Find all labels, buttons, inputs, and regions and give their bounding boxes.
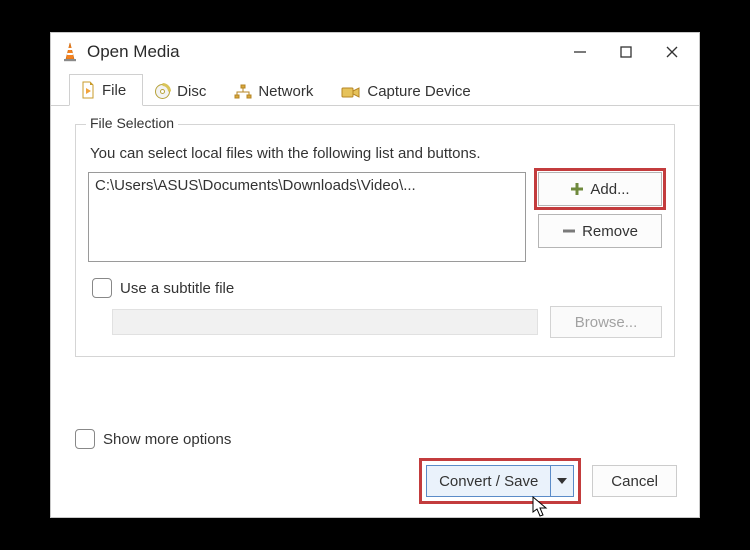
- plus-icon: [570, 182, 584, 196]
- browse-button: Browse...: [550, 306, 662, 338]
- source-tabs: File Disc: [51, 71, 699, 106]
- remove-button-label: Remove: [582, 223, 638, 240]
- tab-network-label: Network: [258, 83, 313, 100]
- convert-save-button[interactable]: Convert / Save: [426, 465, 574, 497]
- tab-capture[interactable]: Capture Device: [330, 76, 487, 106]
- subtitle-path-field: [112, 309, 538, 335]
- add-button[interactable]: Add...: [538, 172, 662, 206]
- maximize-button[interactable]: [603, 36, 649, 68]
- dialog-footer: Convert / Save Cancel: [51, 453, 699, 517]
- convert-save-label: Convert / Save: [439, 473, 538, 490]
- cancel-button[interactable]: Cancel: [592, 465, 677, 497]
- titlebar: Open Media: [51, 33, 699, 71]
- file-icon: [80, 81, 96, 99]
- close-button[interactable]: [649, 36, 695, 68]
- capture-device-icon: [341, 85, 361, 99]
- tab-capture-label: Capture Device: [367, 83, 470, 100]
- minus-icon: [562, 224, 576, 238]
- file-selection-group: File Selection You can select local file…: [75, 124, 675, 357]
- use-subtitle-label: Use a subtitle file: [120, 280, 234, 297]
- convert-save-highlight: Convert / Save: [422, 461, 578, 501]
- file-list[interactable]: C:\Users\ASUS\Documents\Downloads\Video\…: [88, 172, 526, 262]
- add-button-label: Add...: [590, 181, 629, 198]
- convert-save-dropdown[interactable]: [550, 466, 573, 496]
- file-selection-help: You can select local files with the foll…: [90, 145, 660, 162]
- open-media-dialog: Open Media Fil: [50, 32, 700, 518]
- use-subtitle-checkbox[interactable]: [92, 278, 112, 298]
- tab-file-label: File: [102, 82, 126, 99]
- browse-button-label: Browse...: [575, 314, 638, 331]
- file-selection-legend: File Selection: [86, 115, 178, 131]
- network-icon: [234, 84, 252, 100]
- file-path-entry: C:\Users\ASUS\Documents\Downloads\Video\…: [95, 177, 416, 194]
- tab-network[interactable]: Network: [223, 76, 330, 106]
- show-more-options-label: Show more options: [103, 431, 231, 448]
- tab-disc[interactable]: Disc: [143, 76, 223, 106]
- cancel-button-label: Cancel: [611, 473, 658, 490]
- tab-file[interactable]: File: [69, 74, 143, 106]
- minimize-button[interactable]: [557, 36, 603, 68]
- show-more-options-checkbox[interactable]: [75, 429, 95, 449]
- remove-button[interactable]: Remove: [538, 214, 662, 248]
- window-title: Open Media: [87, 42, 180, 62]
- vlc-cone-icon: [61, 42, 79, 62]
- tab-disc-label: Disc: [177, 83, 206, 100]
- disc-icon: [154, 83, 171, 100]
